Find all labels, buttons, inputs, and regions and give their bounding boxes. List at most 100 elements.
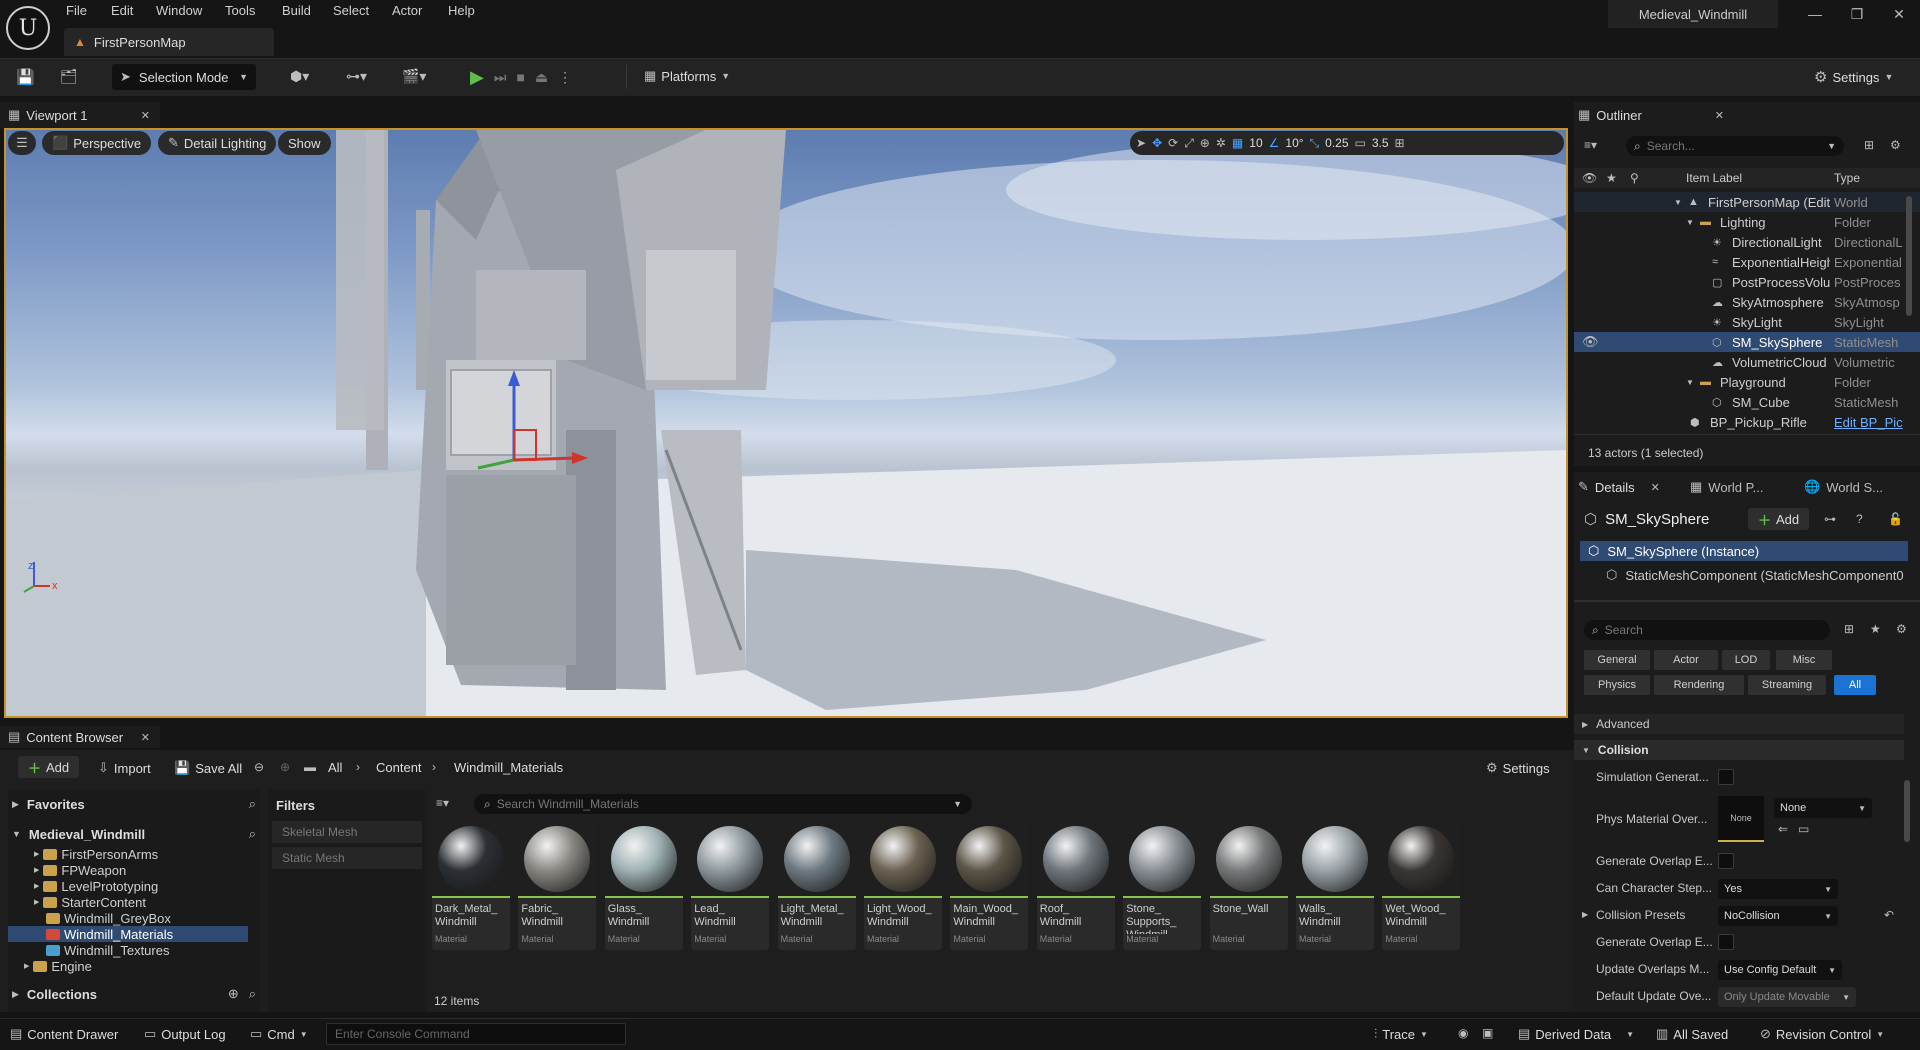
- outliner-row[interactable]: ☁ SkyAtmosphere SkyAtmosp: [1574, 292, 1920, 312]
- step-icon[interactable]: ⏭: [494, 69, 507, 86]
- checkbox[interactable]: [1718, 769, 1734, 785]
- gear-icon[interactable]: ⚙: [1896, 622, 1907, 636]
- viewport-menu-button[interactable]: ☰: [8, 131, 36, 155]
- filter-chip-actor[interactable]: Actor: [1654, 650, 1718, 670]
- col-item-label[interactable]: Item Label: [1686, 171, 1742, 185]
- lock-icon[interactable]: 🔓: [1888, 512, 1903, 526]
- more-options-icon[interactable]: ⋮: [558, 69, 572, 86]
- record-icon[interactable]: ◉: [1458, 1026, 1468, 1040]
- level-viewport[interactable]: z x: [4, 128, 1568, 718]
- perspective-button[interactable]: ⬛ Perspective: [42, 131, 152, 155]
- component-row[interactable]: ⬡ StaticMeshComponent (StaticMeshCompone…: [1606, 565, 1910, 585]
- outliner-row[interactable]: ☀ DirectionalLight DirectionalL: [1574, 232, 1920, 252]
- browse-asset-icon[interactable]: ⇐: [1778, 822, 1788, 836]
- rotation-snap-value[interactable]: 10°: [1285, 136, 1303, 150]
- asset-tile[interactable]: Stone_ Supports_ WindmillMaterial: [1123, 822, 1202, 950]
- outliner-row[interactable]: ⬢ BP_Pickup_Rifle Edit BP_Pic: [1574, 412, 1920, 432]
- layout-icon[interactable]: ⊞: [1395, 136, 1405, 150]
- search-icon[interactable]: ⌕: [249, 796, 256, 812]
- content-drawer-button[interactable]: ▤ Content Drawer: [10, 1026, 118, 1042]
- asset-tile[interactable]: Walls_ Windmill Material: [1296, 822, 1374, 950]
- close-icon[interactable]: ✕: [141, 109, 150, 122]
- asset-tile[interactable]: Stone_Wall Material: [1209, 822, 1288, 950]
- outliner-row[interactable]: ▼▲FirstPersonMap (Editor)World: [1574, 192, 1920, 212]
- default-update-dropdown[interactable]: Only Update Movable ▼: [1718, 987, 1856, 1007]
- add-collection-icon[interactable]: ⊕: [228, 986, 239, 1002]
- outliner-row[interactable]: ☀ SkyLight SkyLight: [1574, 312, 1920, 332]
- all-saved-button[interactable]: ▥ All Saved: [1656, 1026, 1728, 1042]
- phys-material-dropdown[interactable]: None ▼: [1774, 798, 1872, 818]
- search-icon[interactable]: ⌕: [249, 826, 256, 842]
- folder-item-selected[interactable]: Windmill_Materials: [8, 926, 248, 942]
- folder-item[interactable]: Windmill_Textures: [8, 942, 248, 958]
- asset-tile[interactable]: Roof_ Windmill Material: [1036, 822, 1115, 950]
- filter-chip-rendering[interactable]: Rendering: [1654, 675, 1744, 695]
- cmd-dropdown[interactable]: ▭ Cmd ▼: [250, 1026, 308, 1042]
- rotation-snap-icon[interactable]: ∠: [1269, 136, 1280, 150]
- back-icon[interactable]: ⊖: [254, 760, 264, 774]
- scale-tool-icon[interactable]: ⤢: [1184, 136, 1194, 151]
- outliner-item-type[interactable]: Edit BP_Pic: [1834, 415, 1920, 430]
- folder-icon[interactable]: ▬: [304, 760, 316, 774]
- menu-select[interactable]: Select: [333, 3, 369, 18]
- add-actor-icon[interactable]: ⬢▾: [290, 68, 309, 85]
- advanced-section[interactable]: ▶ Advanced: [1574, 714, 1904, 734]
- asset-tile[interactable]: Fabric_ Windmill Material: [518, 822, 597, 950]
- settings-button[interactable]: ⚙ Settings ▼: [1814, 68, 1893, 86]
- menu-help[interactable]: Help: [448, 3, 475, 18]
- scale-snap-value[interactable]: 0.25: [1325, 136, 1348, 150]
- collision-presets-dropdown[interactable]: NoCollision ▼: [1718, 906, 1838, 926]
- filter-chip-all[interactable]: All: [1834, 675, 1876, 695]
- folder-item[interactable]: ▶ StarterContent: [8, 894, 248, 910]
- folder-item[interactable]: ▶ Engine: [8, 958, 248, 974]
- cb-settings-button[interactable]: ⚙ Settings: [1486, 760, 1550, 776]
- folder-icon[interactable]: ▭: [1798, 822, 1809, 836]
- content-browser-tab[interactable]: ▤ Content Browser ✕: [0, 726, 160, 748]
- asset-search-input[interactable]: ⌕ Search Windmill_Materials ▼: [474, 794, 972, 814]
- derived-data-button[interactable]: ▤ Derived Data ▼: [1518, 1026, 1634, 1042]
- scale-snap-icon[interactable]: ⤡: [1310, 136, 1320, 151]
- menu-edit[interactable]: Edit: [111, 3, 133, 18]
- minimize-icon[interactable]: —: [1800, 6, 1830, 22]
- save-icon[interactable]: 💾: [16, 68, 35, 86]
- asset-tile[interactable]: Lead_ Windmill Material: [691, 822, 770, 950]
- asset-tile[interactable]: Light_Metal_ Windmill Material: [777, 822, 856, 950]
- filter-skeletal-mesh[interactable]: Skeletal Mesh: [272, 821, 422, 843]
- filter-chip-general[interactable]: General: [1584, 650, 1650, 670]
- details-scrollbar[interactable]: [1904, 780, 1910, 842]
- platforms-button[interactable]: ▦ Platforms ▼: [644, 68, 730, 84]
- breadcrumb-content[interactable]: Content: [376, 760, 422, 775]
- chevron-down-icon[interactable]: ▼: [1686, 378, 1694, 387]
- cinematics-icon[interactable]: 🎬▾: [402, 68, 426, 85]
- gear-icon[interactable]: ⚙: [1890, 138, 1901, 152]
- help-icon[interactable]: ?: [1856, 512, 1863, 526]
- filter-chip-misc[interactable]: Misc: [1776, 650, 1832, 670]
- world-partition-tab[interactable]: ▦ World P...: [1690, 476, 1763, 498]
- asset-tile[interactable]: Light_Wood_ Windmill Material: [864, 822, 942, 950]
- component-instance-row[interactable]: ⬡ SM_SkySphere (Instance): [1580, 541, 1908, 561]
- unreal-logo-icon[interactable]: U: [6, 6, 50, 50]
- folder-item[interactable]: ▶ LevelPrototyping: [8, 878, 248, 894]
- trace-button[interactable]: ⫶ Trace ▼: [1374, 1026, 1428, 1042]
- revision-control-button[interactable]: ⊘ Revision Control ▼: [1760, 1026, 1884, 1042]
- reset-icon[interactable]: ↶: [1884, 908, 1894, 922]
- world-space-icon[interactable]: ⊕: [1200, 136, 1210, 150]
- outliner-row[interactable]: ▼ ▬ Lighting Folder: [1574, 212, 1920, 232]
- folder-item[interactable]: ▶ FPWeapon: [8, 862, 248, 878]
- save-all-button[interactable]: 💾 Save All: [174, 760, 242, 776]
- camera-speed-value[interactable]: 3.5: [1372, 136, 1389, 150]
- chevron-right-icon[interactable]: ▶: [1582, 910, 1588, 919]
- grid-snap-icon[interactable]: ▦: [1232, 136, 1243, 150]
- rotate-tool-icon[interactable]: ⟳: [1168, 136, 1178, 150]
- breadcrumb-all[interactable]: All: [328, 760, 342, 775]
- map-tab[interactable]: ▲ FirstPersonMap: [64, 28, 274, 56]
- outliner-row[interactable]: ▼ ▬ Playground Folder: [1574, 372, 1920, 392]
- close-icon[interactable]: ✕: [1715, 109, 1724, 122]
- outliner-row[interactable]: ▢PostProcessVolumePostProces: [1574, 272, 1920, 292]
- outliner-search-input[interactable]: ⌕ Search... ▼: [1626, 136, 1844, 156]
- new-folder-icon[interactable]: ⊞: [1864, 138, 1874, 152]
- import-button[interactable]: ⇩ Import: [98, 760, 151, 776]
- filter-chip-streaming[interactable]: Streaming: [1748, 675, 1826, 695]
- play-icon[interactable]: ▶: [470, 67, 484, 88]
- camera-speed-icon[interactable]: ▭: [1355, 136, 1366, 150]
